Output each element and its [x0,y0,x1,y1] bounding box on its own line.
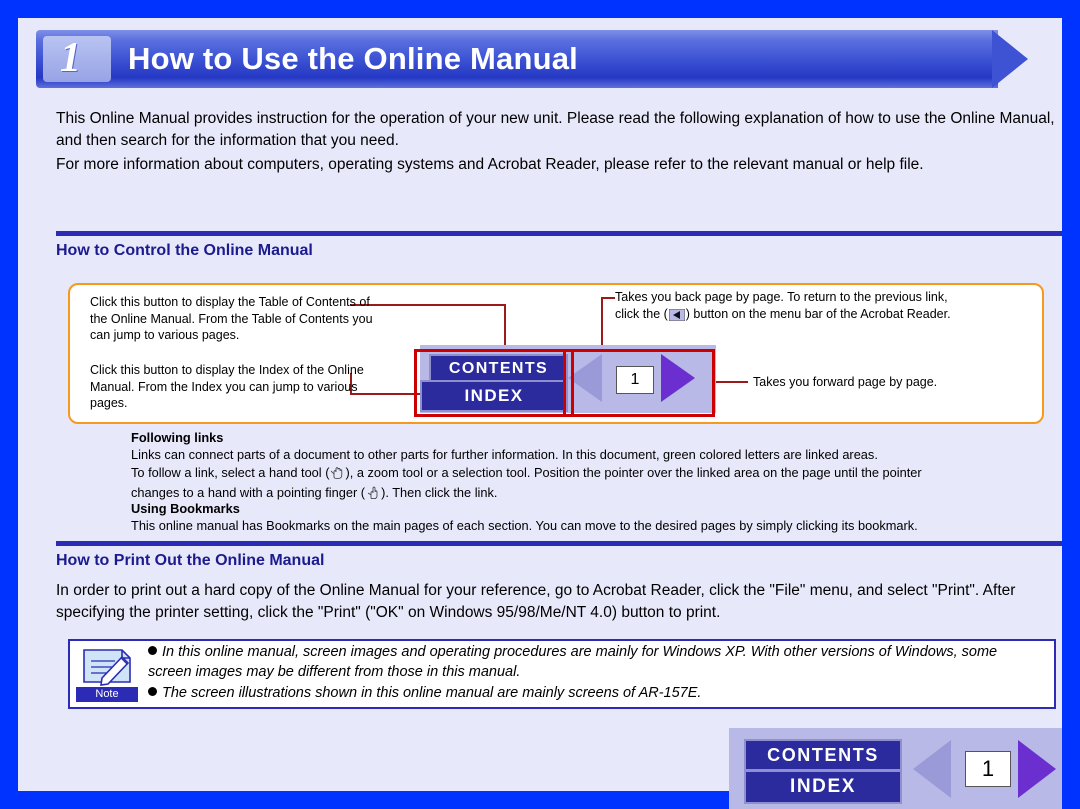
note-line-2: The screen illustrations shown in this o… [162,684,702,701]
footer-next-page-arrow[interactable] [1018,740,1056,798]
print-paragraph: In order to print out a hard copy of the… [56,582,1016,621]
note-line-2-wrap: The screen illustrations shown in this o… [148,683,1043,703]
footer-page-number: 1 [965,751,1011,787]
page-header-banner: 1 How to Use the Online Manual [36,30,1044,88]
following-links-title: Following links [131,430,224,445]
using-bookmarks-block: Using Bookmarks This online manual has B… [131,500,1061,535]
intro-paragraph-1: This Online Manual provides instruction … [56,110,1055,149]
callout-back-line2a: click the ( [615,306,668,321]
connector-line-contents-v [504,304,506,350]
section-heading-control: How to Control the Online Manual [56,231,1062,260]
callout-index-text: Click this button to display the Index o… [90,363,364,410]
page-canvas: 1 How to Use the Online Manual This Onli… [18,18,1062,809]
section-rule [56,231,1062,236]
highlight-outline-buttons [414,349,574,417]
callout-contents-text: Click this button to display the Table o… [90,295,373,342]
following-links-line1: Links can connect parts of a document to… [131,447,878,463]
note-text: In this online manual, screen images and… [148,642,1043,703]
following-links-line3a: changes to a hand with a pointing finger… [131,484,366,500]
footer-previous-page-arrow[interactable] [913,740,951,798]
using-bookmarks-title: Using Bookmarks [131,501,240,516]
section-heading-print: How to Print Out the Online Manual [56,541,1062,570]
highlight-outline-arrows [563,349,715,417]
section-title-print: How to Print Out the Online Manual [56,552,325,569]
note-line-1: In this online manual, screen images and… [148,644,998,681]
footer-index-button[interactable]: INDEX [744,770,902,804]
following-links-line2: To follow a link, select a hand tool (),… [131,464,1061,484]
chapter-number: 1 [60,35,81,81]
note-label: Note [76,687,138,702]
footer-contents-button[interactable]: CONTENTS [744,739,902,771]
hand-tool-icon [330,466,344,484]
section-rule-print [56,541,1062,546]
following-links-line2a: To follow a link, select a hand tool ( [131,464,330,480]
following-links-line3b: ). Then click the link. [381,484,498,500]
callout-back-text: Takes you back page by page. To return t… [615,289,1045,325]
callout-forward-text: Takes you forward page by page. [753,375,938,389]
intro-text: This Online Manual provides instruction … [56,108,1062,178]
using-bookmarks-line1: This online manual has Bookmarks on the … [131,518,918,534]
connector-line-back-v [601,297,603,349]
section-title-control: How to Control the Online Manual [56,242,313,259]
following-links-block: Following links Links can connect parts … [131,429,1061,504]
page-title: How to Use the Online Manual [128,41,578,76]
bullet-icon [148,686,157,696]
callout-back-line2b: ) button on the menu bar of the Acrobat … [685,306,951,321]
callout-back-line1: Takes you back page by page. To return t… [615,290,948,304]
bullet-icon [148,646,157,655]
back-arrow-icon [668,308,686,326]
following-links-line2b: ), a zoom tool or a selection tool. Posi… [345,464,922,480]
note-line-1-wrap: In this online manual, screen images and… [148,642,1043,683]
connector-line-back-h [601,297,615,299]
banner-arrow-tip [992,30,1028,88]
intro-paragraph-2: For more information about computers, op… [56,156,924,173]
